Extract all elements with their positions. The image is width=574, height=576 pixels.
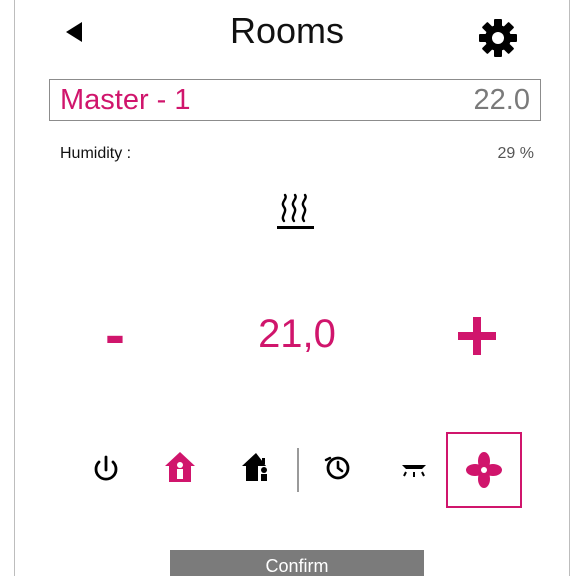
fan-mode-button[interactable] xyxy=(446,432,522,508)
current-temperature: 22.0 xyxy=(473,84,530,116)
home-occupied-icon xyxy=(165,452,195,482)
plus-icon xyxy=(458,317,496,355)
humidity-label: Humidity : xyxy=(60,145,132,162)
home-mode-button[interactable] xyxy=(160,448,200,488)
confirm-button[interactable]: Confirm xyxy=(170,550,424,576)
night-mode-icon xyxy=(402,465,426,477)
fan-icon xyxy=(466,452,502,488)
increase-temperature-button[interactable] xyxy=(454,305,504,367)
night-mode-button[interactable] xyxy=(394,448,434,488)
mode-bar xyxy=(0,430,574,510)
away-mode-button[interactable] xyxy=(238,448,278,488)
room-selector[interactable]: Master - 1 22.0 xyxy=(49,79,541,121)
heating-icon xyxy=(276,193,316,231)
humidity-value: 29 % xyxy=(497,145,534,162)
gear-icon xyxy=(479,19,517,57)
settings-button[interactable] xyxy=(474,14,522,62)
mode-divider xyxy=(297,448,299,492)
schedule-mode-button[interactable] xyxy=(318,448,358,488)
home-away-icon xyxy=(242,453,267,481)
power-button[interactable] xyxy=(86,448,126,488)
power-icon xyxy=(94,455,118,481)
schedule-clock-icon xyxy=(324,456,350,480)
header: Rooms xyxy=(0,0,574,70)
room-name: Master - 1 xyxy=(60,84,191,116)
